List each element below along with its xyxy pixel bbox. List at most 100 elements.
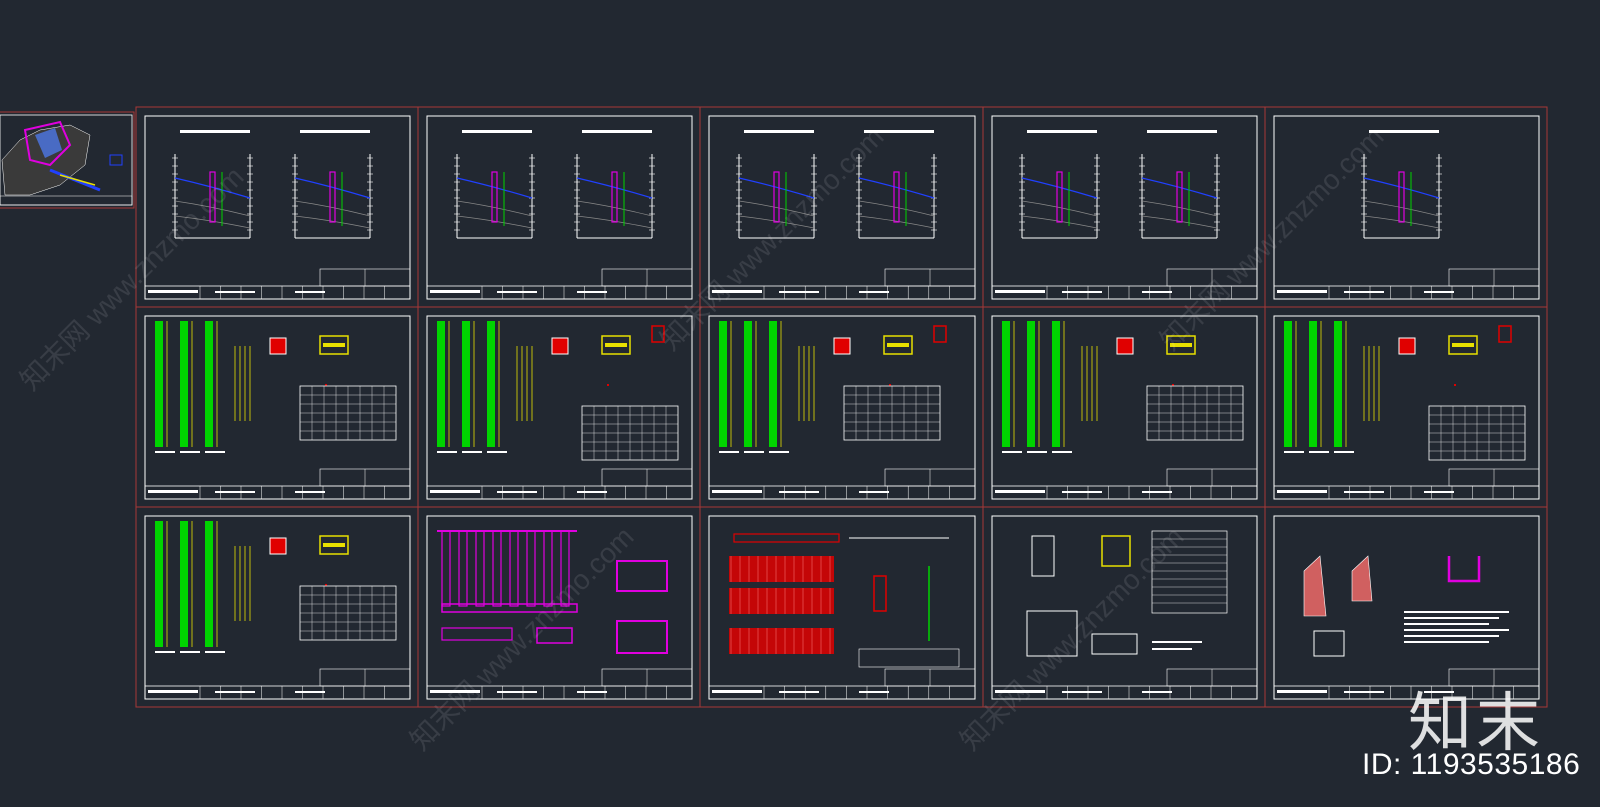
title-block-text [497, 491, 537, 493]
title-block-text [1142, 691, 1172, 693]
soil-section [1019, 130, 1100, 239]
footing-detail [1313, 630, 1345, 657]
title-block-text [1062, 491, 1102, 493]
notes-text [1404, 611, 1509, 613]
sheet-title-block [708, 668, 976, 700]
sheet-border [1264, 306, 1548, 508]
sheet-title-block [1273, 468, 1540, 500]
pile-elevation [180, 521, 188, 647]
sheet-border [699, 306, 984, 508]
pile-label [205, 451, 225, 453]
title-block-text [577, 491, 607, 493]
drawing-sheet [417, 106, 701, 308]
section-title [300, 130, 370, 133]
title-block-text [577, 291, 607, 293]
watermark-id: ID: 1193535186 [1362, 748, 1581, 781]
title-block-text [1142, 491, 1172, 493]
title-block-text [859, 491, 889, 493]
title-block-text [295, 291, 325, 293]
notes-text [1404, 629, 1509, 631]
channel-section [1447, 556, 1481, 583]
notes-text [1404, 617, 1499, 619]
pile-detail-drawing [719, 321, 947, 453]
joint-detail [1031, 535, 1055, 577]
pile-label [462, 451, 482, 453]
pile-elevation [180, 321, 188, 447]
section-water-line [456, 177, 533, 199]
drawing-sheet [1264, 306, 1548, 508]
pile-elevation [1052, 321, 1060, 447]
section-water-line [1363, 177, 1440, 199]
sheet-border [135, 506, 419, 708]
pile-elevation [205, 521, 213, 647]
title-block-text [1344, 291, 1384, 293]
pile-elevation [1334, 321, 1342, 447]
pile-label [487, 451, 507, 453]
pile-label [180, 651, 200, 653]
pile-elevation [719, 321, 727, 447]
pile-label [180, 451, 200, 453]
section-stratum [456, 200, 533, 217]
section-pile [893, 171, 900, 223]
sheet-border [135, 306, 419, 508]
beam-rebar-elevation [729, 628, 834, 654]
pile-column [475, 530, 485, 607]
pile-column [441, 530, 451, 607]
section-stratum [294, 200, 371, 217]
pile-elevation [205, 321, 213, 447]
title-block-name [430, 490, 480, 493]
pile-label [1027, 451, 1047, 453]
rubble-wall-section [1351, 555, 1373, 602]
pile-elevation [1309, 321, 1317, 447]
pile-detail-drawing [155, 321, 397, 453]
sheet-title-block [426, 468, 693, 500]
pile-cap-section [616, 560, 668, 592]
pile-detail-drawing [437, 321, 679, 461]
pile-label [155, 451, 175, 453]
title-block-text [497, 291, 537, 293]
pile-label [1284, 451, 1304, 453]
sheet-border [982, 306, 1266, 508]
pile-elevation [744, 321, 752, 447]
drawing-sheet [135, 506, 419, 708]
section-water-line [858, 177, 935, 199]
pile-cross-section [1116, 337, 1134, 355]
pile-label [1002, 451, 1022, 453]
notes-text [1152, 641, 1202, 643]
title-block-text [779, 491, 819, 493]
pile-label [437, 451, 457, 453]
section-stratum [1021, 200, 1098, 217]
beam-rebar-elevation [729, 588, 834, 614]
beam-table [858, 648, 960, 668]
beam-rebar [323, 543, 345, 547]
sheet-title-block [144, 268, 411, 300]
section-title [1027, 130, 1097, 133]
notes-text [1152, 648, 1192, 650]
beam-rebar [887, 343, 909, 347]
section-pile [329, 171, 336, 223]
title-block-name [1277, 290, 1327, 293]
title-block-name [148, 690, 198, 693]
site-plan-thumbnail [0, 111, 135, 209]
pile-label [719, 451, 739, 453]
title-block-text [1424, 491, 1454, 493]
site-plan-legend [109, 154, 123, 166]
section-water-line [1021, 177, 1098, 199]
pile-elevation [769, 321, 777, 447]
pile-elevation [1027, 321, 1035, 447]
title-block-name [712, 490, 762, 493]
title-block-name [1277, 490, 1327, 493]
title-block-text [1142, 291, 1172, 293]
title-block-text [295, 691, 325, 693]
column-section [1498, 325, 1512, 343]
pile-column [458, 530, 468, 607]
soil-section [1139, 130, 1220, 239]
beam-rebar-drawing [729, 533, 960, 668]
title-block-name [995, 290, 1045, 293]
title-block-name [712, 690, 762, 693]
pile-label [769, 451, 789, 453]
title-block-text [779, 691, 819, 693]
soil-section [292, 130, 373, 239]
section-pile [1398, 171, 1405, 223]
section-title [1147, 130, 1217, 133]
